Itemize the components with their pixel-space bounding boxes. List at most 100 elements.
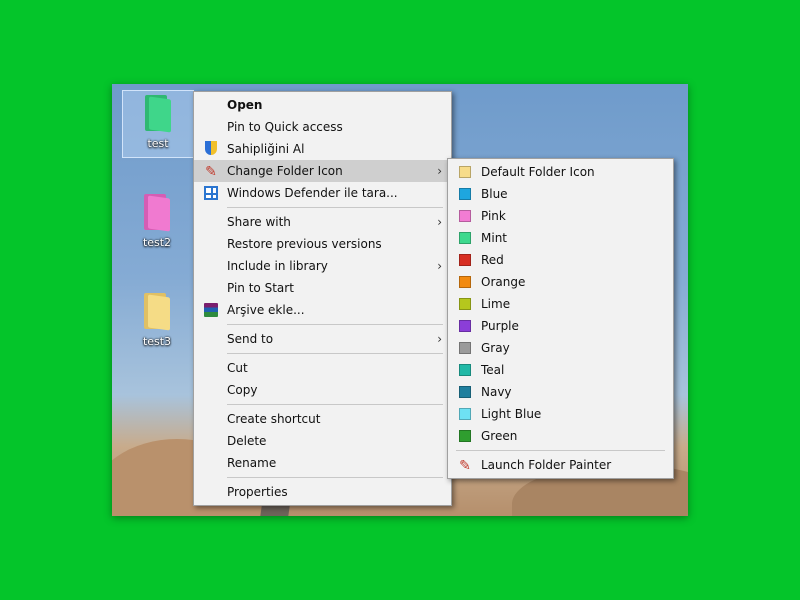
menu-item-label: Include in library — [227, 259, 328, 273]
submenu-item-label: Light Blue — [481, 407, 542, 421]
menu-item-rename[interactable]: Rename — [194, 452, 451, 474]
paintbrush-icon: ✎ — [205, 164, 217, 180]
menu-item-label: Properties — [227, 485, 288, 499]
folder-icon — [144, 293, 170, 331]
submenu-item-label: Purple — [481, 319, 519, 333]
chevron-right-icon: › — [437, 164, 442, 178]
menu-item-label: Open — [227, 98, 263, 112]
menu-item-delete[interactable]: Delete — [194, 430, 451, 452]
menu-item-send-to[interactable]: Send to › — [194, 328, 451, 350]
paintbrush-icon: ✎ — [459, 458, 471, 474]
windows-defender-icon — [204, 186, 218, 200]
submenu-item-gray[interactable]: Gray — [448, 337, 673, 359]
menu-item-label: Arşive ekle... — [227, 303, 305, 317]
submenu-item-label: Launch Folder Painter — [481, 458, 612, 472]
submenu-item-pink[interactable]: Pink — [448, 205, 673, 227]
submenu-item-label: Default Folder Icon — [481, 165, 595, 179]
folder-color-swatch-icon — [459, 408, 471, 420]
folder-color-swatch-icon — [459, 298, 471, 310]
submenu-item-label: Gray — [481, 341, 510, 355]
menu-item-label: Windows Defender ile tara... — [227, 186, 398, 200]
menu-item-label: Share with — [227, 215, 291, 229]
folder-color-swatch-icon — [459, 320, 471, 332]
submenu-item-launch-folder-painter[interactable]: ✎ Launch Folder Painter — [448, 454, 673, 476]
folder-color-swatch-icon — [459, 430, 471, 442]
uac-shield-icon — [205, 141, 217, 155]
desktop-folder-label: test2 — [142, 236, 172, 249]
menu-item-properties[interactable]: Properties — [194, 481, 451, 503]
submenu-item-red[interactable]: Red — [448, 249, 673, 271]
submenu-item-label: Green — [481, 429, 518, 443]
menu-item-label: Create shortcut — [227, 412, 321, 426]
menu-item-copy[interactable]: Copy — [194, 379, 451, 401]
submenu-item-green[interactable]: Green — [448, 425, 673, 447]
menu-item-open[interactable]: Open — [194, 94, 451, 116]
submenu-item-label: Pink — [481, 209, 506, 223]
submenu-item-blue[interactable]: Blue — [448, 183, 673, 205]
winrar-icon — [204, 303, 218, 317]
menu-item-label: Copy — [227, 383, 258, 397]
desktop-folder-label: test3 — [142, 335, 172, 348]
change-folder-icon-submenu: Default Folder Icon Blue Pink Mint Red O… — [447, 158, 674, 479]
menu-item-share-with[interactable]: Share with › — [194, 211, 451, 233]
submenu-item-lime[interactable]: Lime — [448, 293, 673, 315]
menu-separator — [227, 404, 443, 405]
submenu-item-label: Teal — [481, 363, 505, 377]
submenu-item-navy[interactable]: Navy — [448, 381, 673, 403]
menu-item-label: Rename — [227, 456, 277, 470]
desktop-folder-test3[interactable]: test3 — [122, 289, 192, 355]
menu-item-label: Delete — [227, 434, 267, 448]
submenu-item-label: Lime — [481, 297, 511, 311]
submenu-item-label: Red — [481, 253, 504, 267]
context-menu: Open Pin to Quick access Sahipliğini Al … — [193, 91, 452, 506]
folder-icon — [144, 194, 170, 232]
submenu-item-orange[interactable]: Orange — [448, 271, 673, 293]
submenu-item-label: Blue — [481, 187, 508, 201]
menu-item-label: Restore previous versions — [227, 237, 382, 251]
folder-color-swatch-icon — [459, 232, 471, 244]
menu-item-pin-to-start[interactable]: Pin to Start — [194, 277, 451, 299]
menu-item-restore-versions[interactable]: Restore previous versions — [194, 233, 451, 255]
submenu-item-label: Mint — [481, 231, 507, 245]
submenu-item-purple[interactable]: Purple — [448, 315, 673, 337]
submenu-item-label: Navy — [481, 385, 512, 399]
menu-item-create-shortcut[interactable]: Create shortcut — [194, 408, 451, 430]
menu-item-include-in-library[interactable]: Include in library › — [194, 255, 451, 277]
chevron-right-icon: › — [437, 332, 442, 346]
folder-color-swatch-icon — [459, 364, 471, 376]
folder-color-swatch-icon — [459, 386, 471, 398]
menu-item-cut[interactable]: Cut — [194, 357, 451, 379]
menu-separator — [227, 324, 443, 325]
folder-color-swatch-icon — [459, 166, 471, 178]
menu-item-add-to-archive[interactable]: Arşive ekle... — [194, 299, 451, 321]
desktop-folder-test[interactable]: test — [122, 90, 194, 158]
folder-color-swatch-icon — [459, 210, 471, 222]
submenu-item-mint[interactable]: Mint — [448, 227, 673, 249]
submenu-item-teal[interactable]: Teal — [448, 359, 673, 381]
menu-item-label: Change Folder Icon — [227, 164, 343, 178]
menu-item-windows-defender[interactable]: Windows Defender ile tara... — [194, 182, 451, 204]
desktop-folder-label: test — [147, 137, 169, 150]
folder-color-swatch-icon — [459, 254, 471, 266]
menu-item-change-folder-icon[interactable]: ✎ Change Folder Icon › — [194, 160, 451, 182]
submenu-item-label: Orange — [481, 275, 526, 289]
menu-separator — [227, 207, 443, 208]
folder-icon — [145, 95, 171, 133]
chevron-right-icon: › — [437, 215, 442, 229]
folder-color-swatch-icon — [459, 342, 471, 354]
submenu-item-default[interactable]: Default Folder Icon — [448, 161, 673, 183]
menu-separator — [227, 353, 443, 354]
menu-item-take-ownership[interactable]: Sahipliğini Al — [194, 138, 451, 160]
menu-item-label: Pin to Quick access — [227, 120, 343, 134]
menu-item-label: Sahipliğini Al — [227, 142, 305, 156]
menu-item-label: Cut — [227, 361, 248, 375]
menu-item-label: Send to — [227, 332, 274, 346]
menu-separator — [227, 477, 443, 478]
folder-color-swatch-icon — [459, 276, 471, 288]
submenu-item-light-blue[interactable]: Light Blue — [448, 403, 673, 425]
desktop-folder-test2[interactable]: test2 — [122, 190, 192, 256]
menu-separator — [456, 450, 665, 451]
folder-color-swatch-icon — [459, 188, 471, 200]
menu-item-pin-quick-access[interactable]: Pin to Quick access — [194, 116, 451, 138]
chevron-right-icon: › — [437, 259, 442, 273]
